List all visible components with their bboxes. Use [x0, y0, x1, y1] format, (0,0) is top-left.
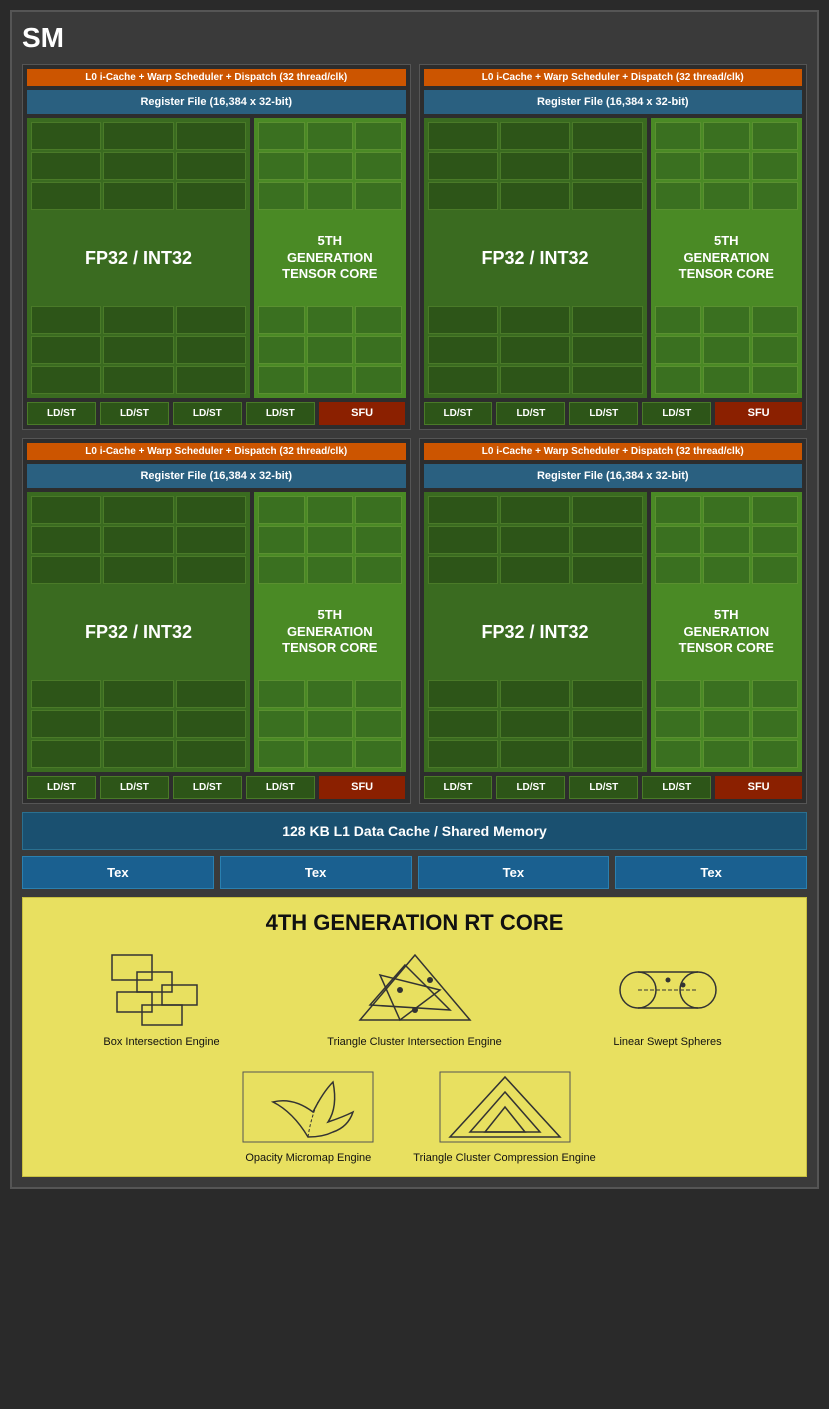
- fp32-bottom-grid-1: [31, 306, 246, 394]
- box-intersection-item: Box Intersection Engine: [35, 950, 288, 1048]
- rt-icons-row-2: Opacity Micromap Engine Triangle Cluster…: [35, 1062, 794, 1164]
- ldst-btn-2: LD/ST: [100, 402, 169, 425]
- rt-core-title: 4TH GENERATION RT CORE: [35, 910, 794, 936]
- triangle-cluster-icon: [350, 950, 480, 1030]
- fp32-block-4: FP32 / INT32: [424, 492, 647, 772]
- triangle-cluster-item: Triangle Cluster Intersection Engine: [288, 950, 541, 1048]
- warp-header-2: L0 i-Cache + Warp Scheduler + Dispatch (…: [424, 69, 803, 86]
- register-file-2: Register File (16,384 x 32-bit): [424, 90, 803, 114]
- sfu-btn-2: SFU: [715, 402, 802, 425]
- opacity-micromap-icon: [233, 1062, 383, 1152]
- tensor-block-2: 5THGENERATIONTENSOR CORE: [651, 118, 802, 398]
- tensor-label-4: 5THGENERATIONTENSOR CORE: [655, 603, 798, 662]
- sfu-btn-4: SFU: [715, 776, 802, 799]
- fp32-top-grid-1: [31, 122, 246, 210]
- register-file-4: Register File (16,384 x 32-bit): [424, 464, 803, 488]
- tensor-top-grid-1: [258, 122, 401, 210]
- triangle-cluster-compression-item: Triangle Cluster Compression Engine: [413, 1062, 595, 1164]
- opacity-micromap-label: Opacity Micromap Engine: [245, 1152, 371, 1164]
- warp-header-3: L0 i-Cache + Warp Scheduler + Dispatch (…: [27, 443, 406, 460]
- compute-area-2: FP32 / INT32 5THGENERATIONTENSOR CORE: [424, 118, 803, 398]
- compute-area-4: FP32 / INT32 5THGENERATIONTENSOR CORE: [424, 492, 803, 772]
- sm-container: SM L0 i-Cache + Warp Scheduler + Dispatc…: [10, 10, 819, 1189]
- ldst-row-4: LD/ST LD/ST LD/ST LD/ST SFU: [424, 776, 803, 799]
- warp-grid: L0 i-Cache + Warp Scheduler + Dispatch (…: [22, 64, 807, 804]
- tex-btn-2: Tex: [220, 856, 412, 889]
- triangle-cluster-compression-label: Triangle Cluster Compression Engine: [413, 1152, 595, 1164]
- register-file-3: Register File (16,384 x 32-bit): [27, 464, 406, 488]
- ldst-btn-3: LD/ST: [173, 402, 242, 425]
- opacity-micromap-item: Opacity Micromap Engine: [233, 1062, 383, 1164]
- tensor-label-3: 5THGENERATIONTENSOR CORE: [258, 603, 401, 662]
- fp32-block-3: FP32 / INT32: [27, 492, 250, 772]
- tex-btn-4: Tex: [615, 856, 807, 889]
- warp-header-1: L0 i-Cache + Warp Scheduler + Dispatch (…: [27, 69, 406, 86]
- fp32-block-1: FP32 / INT32: [27, 118, 250, 398]
- sm-title: SM: [22, 22, 807, 54]
- tensor-block-3: 5THGENERATIONTENSOR CORE: [254, 492, 405, 772]
- ldst-btn-1: LD/ST: [27, 402, 96, 425]
- rt-icons-row-1: Box Intersection Engine Triangle Cluster…: [35, 950, 794, 1048]
- triangle-cluster-label: Triangle Cluster Intersection Engine: [327, 1036, 501, 1048]
- fp32-label-1: FP32 / INT32: [31, 242, 246, 275]
- box-intersection-label: Box Intersection Engine: [103, 1036, 219, 1048]
- tex-btn-1: Tex: [22, 856, 214, 889]
- ldst-row-3: LD/ST LD/ST LD/ST LD/ST SFU: [27, 776, 406, 799]
- fp32-label-2: FP32 / INT32: [428, 242, 643, 275]
- warp-unit-1: L0 i-Cache + Warp Scheduler + Dispatch (…: [22, 64, 411, 430]
- tex-btn-3: Tex: [418, 856, 610, 889]
- sfu-btn-3: SFU: [319, 776, 406, 799]
- warp-unit-2: L0 i-Cache + Warp Scheduler + Dispatch (…: [419, 64, 808, 430]
- linear-swept-item: Linear Swept Spheres: [541, 950, 794, 1048]
- tensor-block-4: 5THGENERATIONTENSOR CORE: [651, 492, 802, 772]
- box-intersection-icon: [107, 950, 217, 1030]
- warp-header-4: L0 i-Cache + Warp Scheduler + Dispatch (…: [424, 443, 803, 460]
- ldst-btn-4: LD/ST: [246, 402, 315, 425]
- triangle-cluster-compression-icon: [430, 1062, 580, 1152]
- tensor-bottom-grid-1: [258, 306, 401, 394]
- rt-core-section: 4TH GENERATION RT CORE Box Intersection …: [22, 897, 807, 1177]
- linear-swept-icon: [613, 950, 723, 1030]
- sfu-btn-1: SFU: [319, 402, 406, 425]
- l1-cache: 128 KB L1 Data Cache / Shared Memory: [22, 812, 807, 850]
- fp32-label-4: FP32 / INT32: [428, 616, 643, 649]
- fp32-label-3: FP32 / INT32: [31, 616, 246, 649]
- ldst-row-1: LD/ST LD/ST LD/ST LD/ST SFU: [27, 402, 406, 425]
- compute-area-1: FP32 / INT32 5THGENERATIONTENSOR CORE: [27, 118, 406, 398]
- warp-unit-4: L0 i-Cache + Warp Scheduler + Dispatch (…: [419, 438, 808, 804]
- tensor-label-1: 5THGENERATIONTENSOR CORE: [258, 229, 401, 288]
- tensor-label-2: 5THGENERATIONTENSOR CORE: [655, 229, 798, 288]
- linear-swept-label: Linear Swept Spheres: [613, 1036, 721, 1048]
- tensor-block-1: 5THGENERATIONTENSOR CORE: [254, 118, 405, 398]
- ldst-row-2: LD/ST LD/ST LD/ST LD/ST SFU: [424, 402, 803, 425]
- warp-unit-3: L0 i-Cache + Warp Scheduler + Dispatch (…: [22, 438, 411, 804]
- fp32-block-2: FP32 / INT32: [424, 118, 647, 398]
- compute-area-3: FP32 / INT32 5THGENERATIONTENSOR CORE: [27, 492, 406, 772]
- register-file-1: Register File (16,384 x 32-bit): [27, 90, 406, 114]
- tex-row: Tex Tex Tex Tex: [22, 856, 807, 889]
